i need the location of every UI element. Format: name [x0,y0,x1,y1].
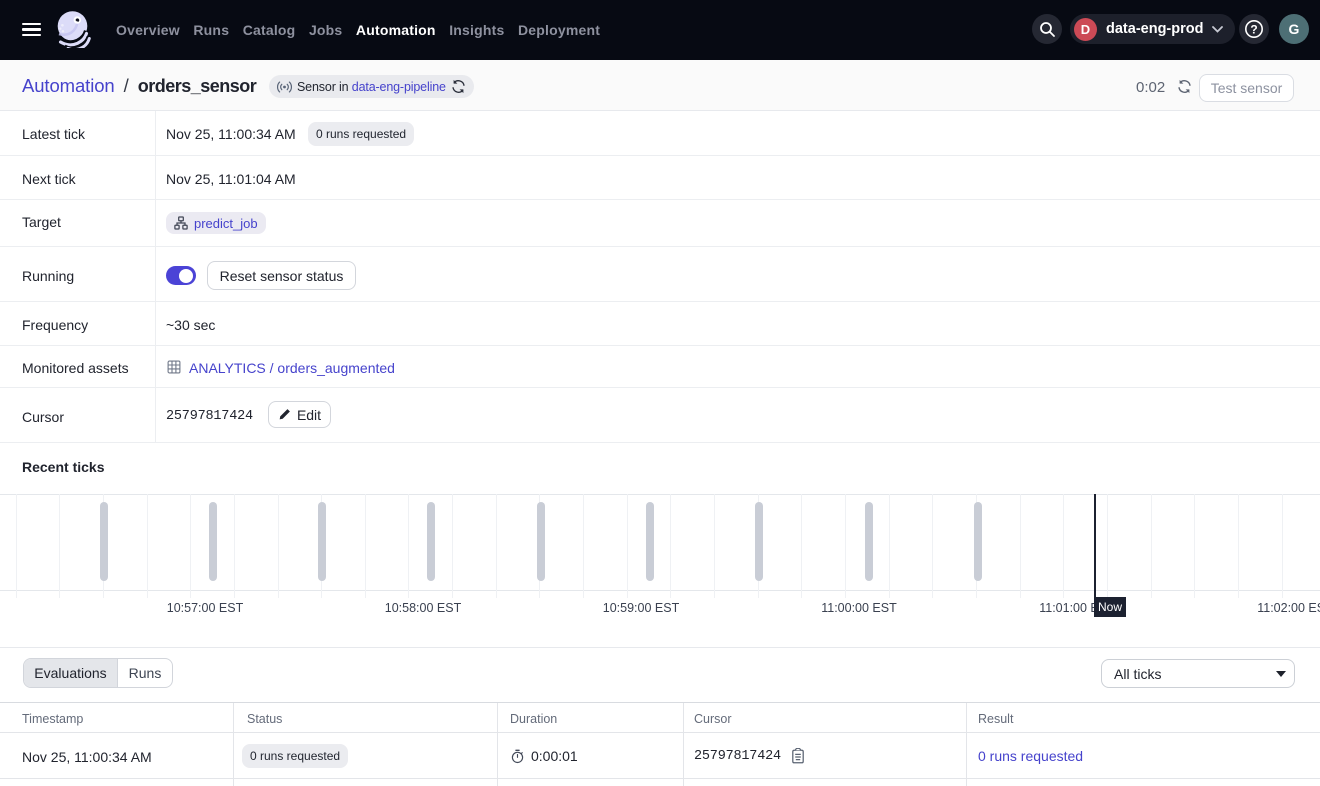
svg-text:?: ? [1250,22,1257,36]
